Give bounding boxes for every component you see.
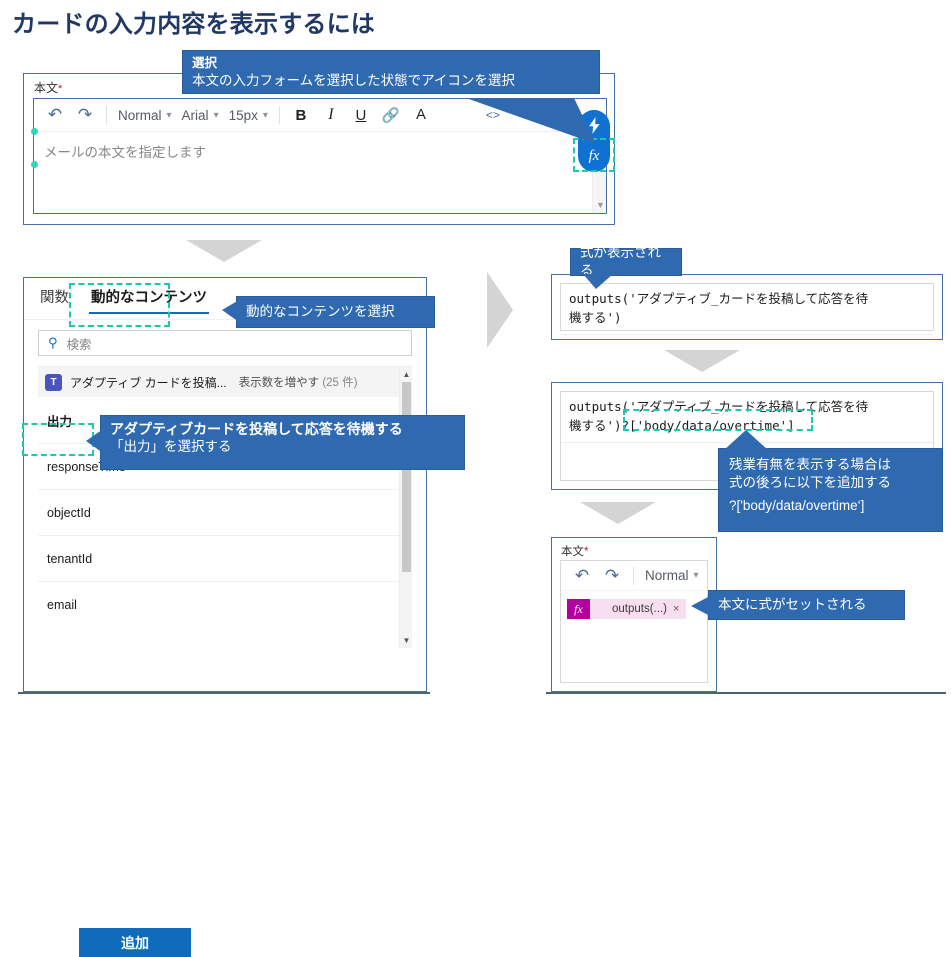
- focus-dot: [31, 161, 38, 168]
- flow-arrow-right: [487, 272, 513, 348]
- chevron-down-icon: ▾: [213, 109, 219, 121]
- text-style-value: Normal: [645, 568, 689, 583]
- chevron-down-icon: ▾: [166, 109, 172, 121]
- required-asterisk: *: [58, 83, 63, 95]
- callout-select-body: 本文の入力フォームを選択した状態でアイコンを選択: [192, 72, 515, 88]
- body-field-label: 本文*: [34, 79, 62, 96]
- text-style-dropdown[interactable]: Normal ▾: [113, 102, 177, 128]
- list-item[interactable]: email: [38, 581, 412, 627]
- callout-select-output-tail: [86, 429, 103, 453]
- callout-dynamic-content-tail: [222, 300, 239, 322]
- search-input[interactable]: ⚲ 検索: [38, 330, 412, 356]
- callout-append-expression: 残業有無を表示する場合は 式の後ろに以下を追加する ?['body/data/o…: [718, 448, 943, 532]
- link-icon[interactable]: 🔗: [376, 102, 406, 128]
- redo-icon[interactable]: ↷: [597, 562, 627, 590]
- font-family-dropdown[interactable]: Arial ▾: [177, 102, 224, 128]
- tab-functions[interactable]: 関数: [38, 282, 71, 316]
- chevron-down-icon: ▾: [262, 109, 268, 121]
- magnifier-icon: ⚲: [48, 335, 58, 350]
- callout-select-output-line2: 「出力」を選択する: [110, 439, 232, 455]
- font-color-button[interactable]: A: [406, 102, 436, 128]
- bottom-divider: [18, 692, 430, 694]
- callout-body-set-tail: [691, 596, 710, 616]
- body-result-toolbar: ↶ ↷ Normal ▾: [561, 561, 707, 591]
- add-button[interactable]: 追加: [79, 928, 191, 957]
- expression-append-highlight: [623, 409, 813, 431]
- tab-highlight-box: [69, 283, 170, 327]
- scrollbar-thumb[interactable]: [402, 382, 411, 572]
- list-item[interactable]: objectId: [38, 489, 412, 535]
- list-scrollbar[interactable]: ▲ ▼: [399, 367, 412, 648]
- redo-icon[interactable]: ↷: [70, 101, 100, 129]
- close-icon[interactable]: ×: [673, 603, 686, 615]
- dynamic-content-panel: 関数 動的なコンテンツ ⚲ 検索 T アダプティブ カードを投稿... 表示数を…: [23, 277, 427, 957]
- text-style-value: Normal: [118, 107, 162, 123]
- callout-select: 選択 本文の入力フォームを選択した状態でアイコンを選択: [182, 50, 600, 95]
- expression-text-1: outputs('アダプティブ_カードを投稿して応答を待 機する'): [561, 284, 933, 335]
- expression-box-1[interactable]: outputs('アダプティブ_カードを投稿して応答を待 機する'): [560, 283, 934, 335]
- output-highlight-box: [22, 423, 94, 456]
- toolbar-divider: [633, 566, 634, 585]
- page-title: カードの入力内容を表示するには: [12, 11, 375, 38]
- font-family-value: Arial: [181, 107, 209, 123]
- show-more-count: (25 件): [322, 377, 358, 389]
- text-style-dropdown[interactable]: Normal ▾: [640, 563, 704, 589]
- callout-select-output: アダプティブカードを投稿して応答を待機する 「出力」を選択する: [100, 415, 465, 470]
- scroll-down-icon[interactable]: ▼: [400, 634, 412, 647]
- callout-append-line3: ?['body/data/overtime‘]: [729, 497, 865, 513]
- callout-select-tail: [466, 98, 596, 144]
- callout-select-output-line1: アダプティブカードを投稿して応答を待機する: [110, 421, 403, 437]
- list-item[interactable]: tenantId: [38, 535, 412, 581]
- callout-expression-shown-tail: [583, 274, 613, 289]
- callout-append-tail: [724, 430, 768, 450]
- chevron-down-icon: ▾: [693, 570, 699, 581]
- callout-append-line1: 残業有無を表示する場合は: [729, 457, 891, 472]
- undo-icon[interactable]: ↶: [567, 562, 597, 590]
- dynamic-content-list[interactable]: T アダプティブ カードを投稿... 表示数を増やす (25 件) 出力 res…: [38, 366, 412, 648]
- flow-arrow-down: [186, 240, 262, 262]
- flow-arrow-down: [580, 502, 656, 524]
- bottom-divider: [546, 692, 946, 694]
- list-group-title: アダプティブ カードを投稿...: [70, 375, 227, 390]
- teams-icon: T: [45, 373, 62, 391]
- underline-button[interactable]: U: [346, 102, 376, 128]
- body-result-editor[interactable]: ↶ ↷ Normal ▾ fx outputs(...) ×: [560, 560, 708, 683]
- expression-chip[interactable]: fx outputs(...) ×: [567, 599, 687, 619]
- toolbar-divider: [106, 106, 107, 124]
- callout-select-heading: 選択: [192, 56, 218, 70]
- focus-dot: [31, 128, 38, 135]
- callout-append-line2: 式の後ろに以下を追加する: [729, 474, 891, 490]
- callout-expression-shown: 式が表示される: [570, 245, 682, 278]
- callout-dynamic-content: 動的なコンテンツを選択: [236, 296, 435, 328]
- undo-icon[interactable]: ↶: [40, 101, 70, 129]
- bold-button[interactable]: B: [286, 102, 316, 128]
- list-group-header[interactable]: T アダプティブ カードを投稿... 表示数を増やす (25 件): [38, 367, 412, 397]
- scroll-up-icon[interactable]: ▲: [400, 368, 412, 381]
- font-size-value: 15px: [228, 107, 258, 123]
- fx-icon: fx: [567, 599, 590, 619]
- body-result-label-text: 本文: [561, 546, 584, 558]
- body-field-label-text: 本文: [34, 81, 59, 95]
- body-result-label: 本文*: [561, 543, 588, 559]
- toolbar-divider: [278, 106, 280, 124]
- font-size-dropdown[interactable]: 15px ▾: [224, 102, 273, 128]
- flow-arrow-down: [664, 350, 740, 372]
- expression-chip-text: outputs(...): [612, 603, 667, 615]
- search-placeholder: 検索: [66, 337, 92, 352]
- italic-button[interactable]: I: [316, 102, 346, 128]
- show-more-link[interactable]: 表示数を増やす (25 件): [239, 374, 358, 390]
- required-asterisk: *: [584, 546, 589, 558]
- body-placeholder: メールの本文を指定します: [44, 145, 206, 160]
- scroll-down-icon[interactable]: ▼: [596, 200, 605, 210]
- callout-body-set: 本文に式がセットされる: [708, 590, 905, 620]
- show-more-label: 表示数を増やす: [238, 377, 320, 389]
